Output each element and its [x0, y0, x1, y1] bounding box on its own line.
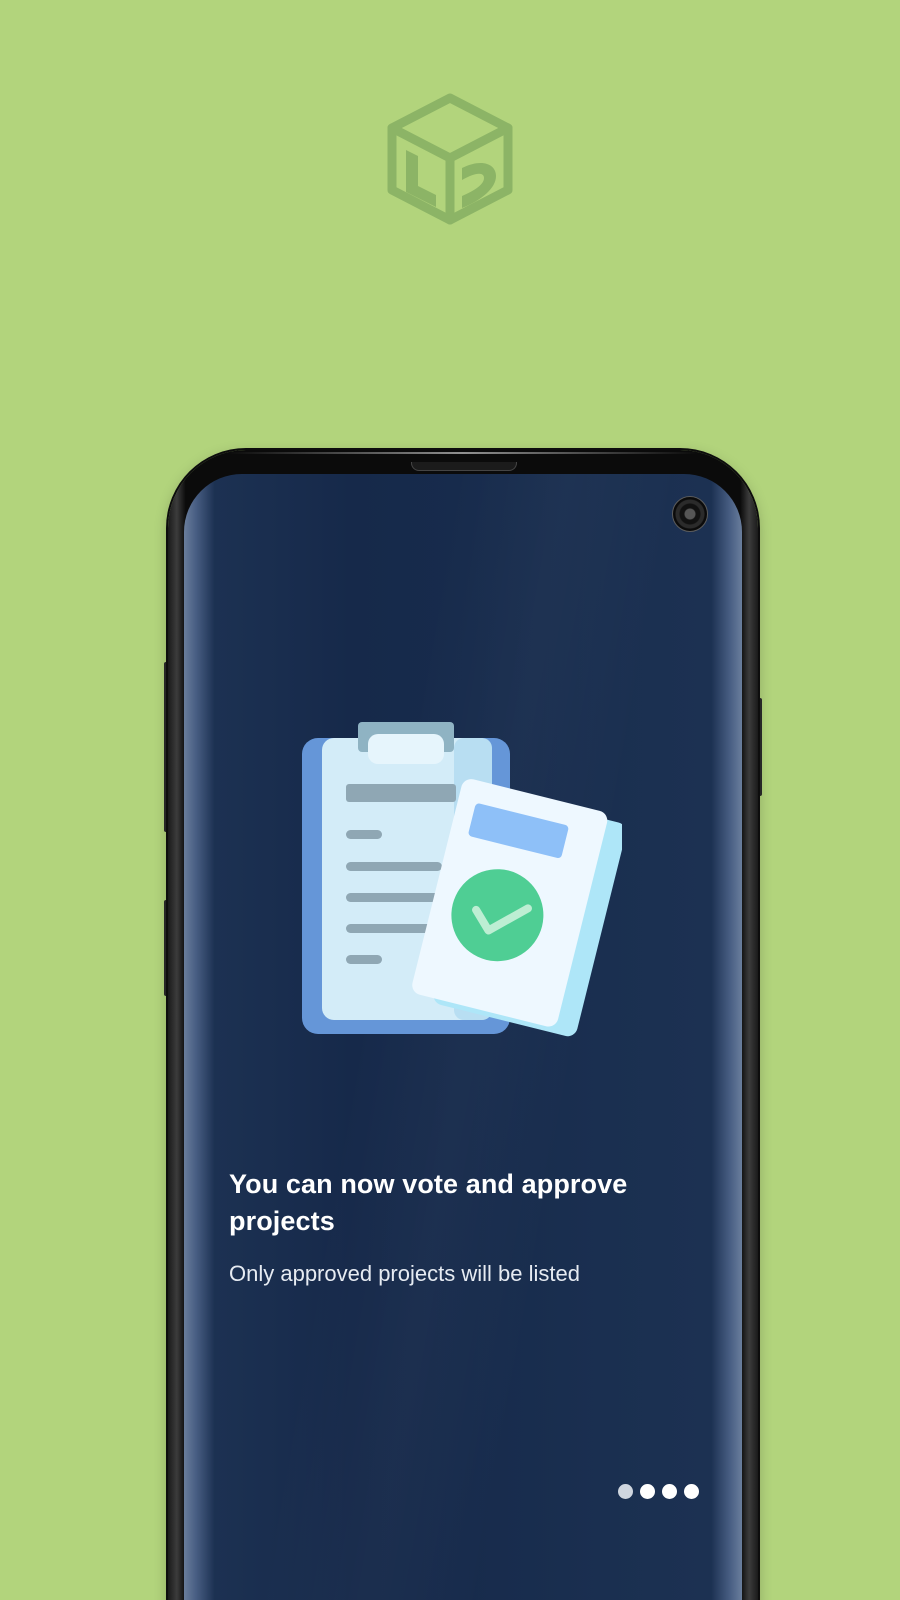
page-dot-icon[interactable] — [662, 1484, 677, 1499]
approved-clipboard-illustration — [302, 722, 622, 1037]
phone-frame: You can now vote and approve projects On… — [168, 450, 758, 1600]
onboarding-subtitle: Only approved projects will be listed — [229, 1261, 580, 1286]
cube-logo-icon — [387, 93, 513, 225]
onboarding-title: You can now vote and approve projects — [229, 1169, 628, 1236]
front-camera-icon — [672, 496, 708, 532]
page-dot-icon[interactable] — [640, 1484, 655, 1499]
promo-background: You can now vote and approve projects On… — [0, 0, 900, 1600]
onboarding-screen: You can now vote and approve projects On… — [184, 474, 742, 1600]
page-dot-icon[interactable] — [618, 1484, 633, 1499]
frame-highlight — [228, 452, 698, 454]
page-dot-icon[interactable] — [684, 1484, 699, 1499]
page-indicator — [618, 1484, 699, 1499]
earpiece-speaker — [411, 462, 517, 471]
